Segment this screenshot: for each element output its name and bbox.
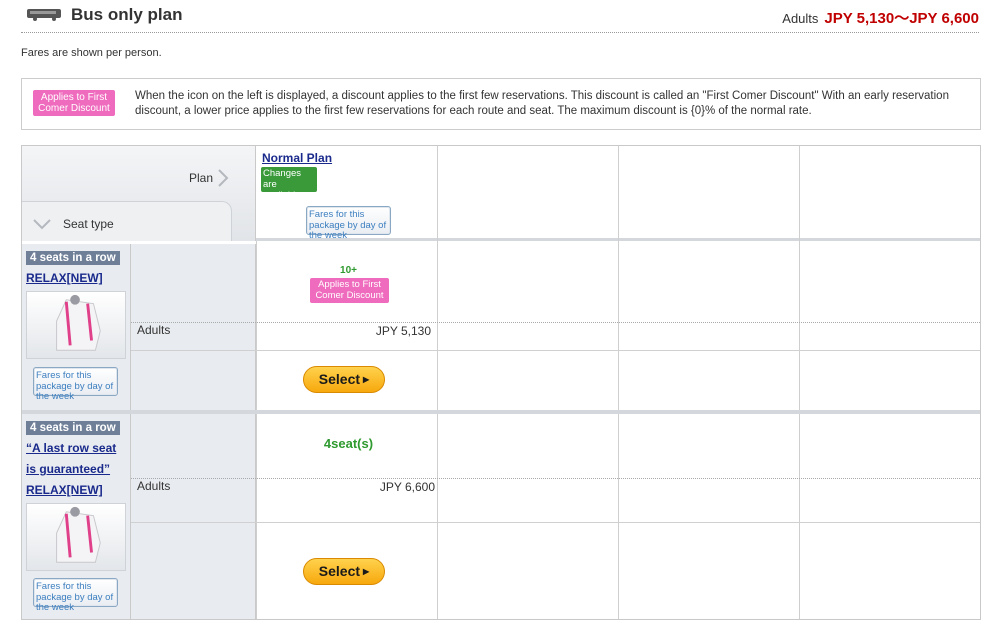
seat-cell-row-1: 4 seats in a row RELAX[NEW] Fares for th… <box>22 244 131 410</box>
changes-available-badge: Changes are available <box>261 167 317 201</box>
plan-column-label: Plan <box>188 171 213 185</box>
table-header-corner: Plan Seat type <box>22 146 256 241</box>
seat-link-relax[interactable]: RELAX[NEW] <box>26 268 103 289</box>
page-title: Bus only plan <box>71 5 183 24</box>
availability-count: 10+ <box>340 265 357 276</box>
column-divider <box>618 146 619 619</box>
row-divider <box>131 322 980 323</box>
plan-header: Bus only plan Adults JPY 5,130～JPY 6,600 <box>21 0 979 33</box>
fare-note: Fares are shown per person. <box>21 47 162 59</box>
chevron-down-icon <box>33 219 51 230</box>
fare-price: JPY 6,600 <box>379 480 435 494</box>
seat-fares-by-day-button[interactable]: Fares for this package by day of the wee… <box>33 578 118 613</box>
select-button[interactable]: Select ▶ <box>303 366 385 393</box>
row-divider <box>131 478 980 479</box>
adults-label: Adults <box>137 479 171 493</box>
select-button[interactable]: Select ▶ <box>303 558 385 585</box>
price-range-adults-label: Adults <box>782 11 819 26</box>
discount-info-box: Applies to First Comer Discount When the… <box>21 78 981 130</box>
table-header-row: Plan Seat type Normal Plan Changes are a… <box>22 146 980 241</box>
seat-cell-row-2: 4 seats in a row “A last row seat is gua… <box>22 414 131 619</box>
adults-cell-row-1: Adults <box>131 244 256 410</box>
fare-table: Plan Seat type Normal Plan Changes are a… <box>21 145 981 620</box>
row-divider <box>131 522 980 523</box>
seat-fares-by-day-button[interactable]: Fares for this package by day of the wee… <box>33 367 118 402</box>
price-range: Adults JPY 5,130～JPY 6,600 <box>782 7 979 28</box>
column-divider <box>256 241 257 619</box>
first-comer-discount-badge: Applies to First Comer Discount <box>310 278 389 303</box>
normal-plan-link[interactable]: Normal Plan <box>262 151 332 165</box>
seat-tag: 4 seats in a row <box>26 421 120 435</box>
seat-type-tab: Seat type <box>22 201 232 241</box>
seat-tag: 4 seats in a row <box>26 251 120 265</box>
first-comer-discount-badge: Applies to First Comer Discount <box>33 90 115 116</box>
plan-fares-by-day-button[interactable]: Fares for this package by day of the wee… <box>306 206 391 241</box>
select-button-label: Select <box>318 563 361 579</box>
caret-right-icon: ▶ <box>363 567 370 576</box>
discount-description: When the icon on the left is displayed, … <box>135 90 949 117</box>
price-range-value: JPY 5,130～JPY 6,600 <box>824 10 979 27</box>
seat-link-last-row[interactable]: “A last row seat <box>26 438 116 459</box>
adults-label: Adults <box>137 323 171 337</box>
column-divider <box>437 146 438 619</box>
fare-price: JPY 5,130 <box>375 324 431 338</box>
seat-image <box>26 503 126 571</box>
select-button-label: Select <box>318 371 361 387</box>
column-divider <box>799 146 800 619</box>
row-divider <box>131 350 980 351</box>
seat-image <box>26 291 126 359</box>
seat-link-guaranteed[interactable]: is guaranteed” <box>26 459 116 480</box>
adults-cell-row-2: Adults <box>131 414 256 619</box>
availability-count: 4seat(s) <box>323 436 374 451</box>
bus-icon <box>27 9 61 21</box>
seat-link-relax[interactable]: RELAX[NEW] <box>26 480 116 501</box>
chevron-right-icon <box>218 169 229 187</box>
seat-type-label: Seat type <box>63 217 114 231</box>
caret-right-icon: ▶ <box>363 375 370 384</box>
